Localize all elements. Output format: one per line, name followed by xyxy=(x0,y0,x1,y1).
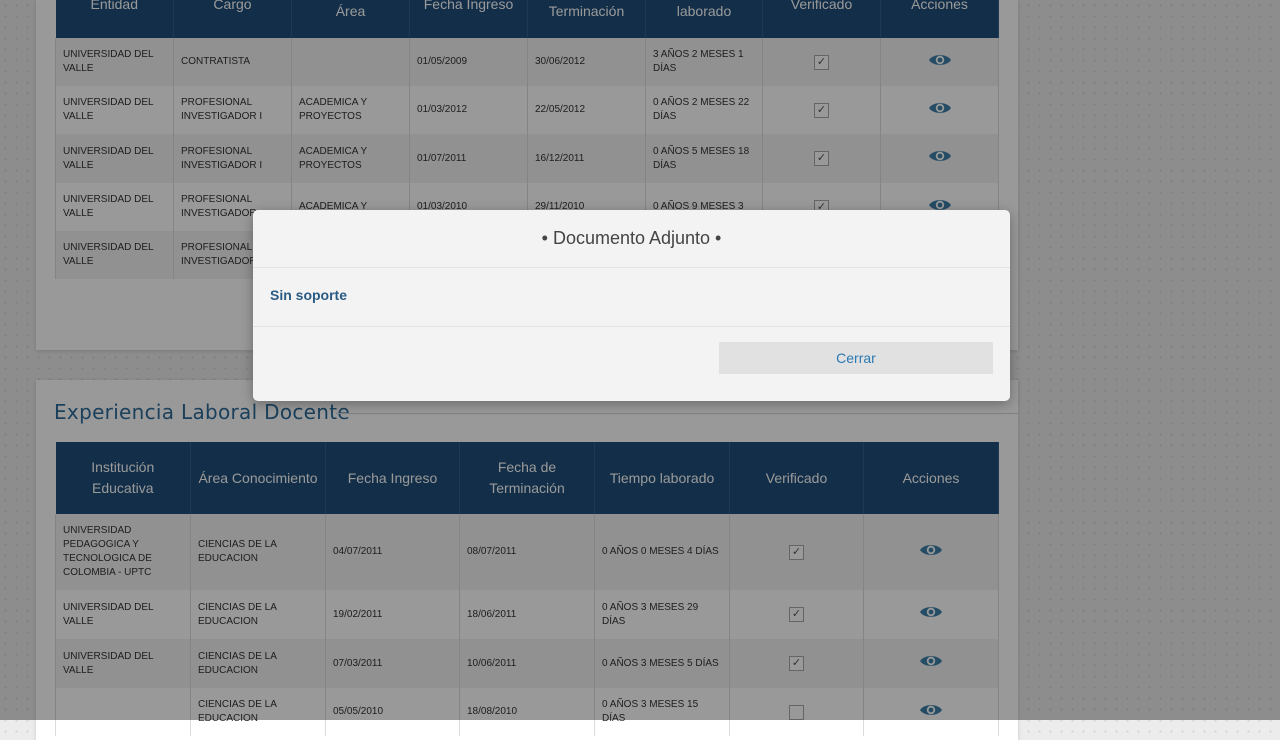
modal-body: Sin soporte xyxy=(253,268,1010,327)
modal-footer: Cerrar xyxy=(253,327,1010,402)
modal-title: • Documento Adjunto • xyxy=(541,228,722,248)
modal-message: Sin soporte xyxy=(270,287,348,303)
close-button[interactable]: Cerrar xyxy=(719,342,993,374)
documento-adjunto-modal: • Documento Adjunto • Sin soporte Cerrar xyxy=(253,210,1010,401)
modal-header: • Documento Adjunto • xyxy=(253,210,1010,268)
